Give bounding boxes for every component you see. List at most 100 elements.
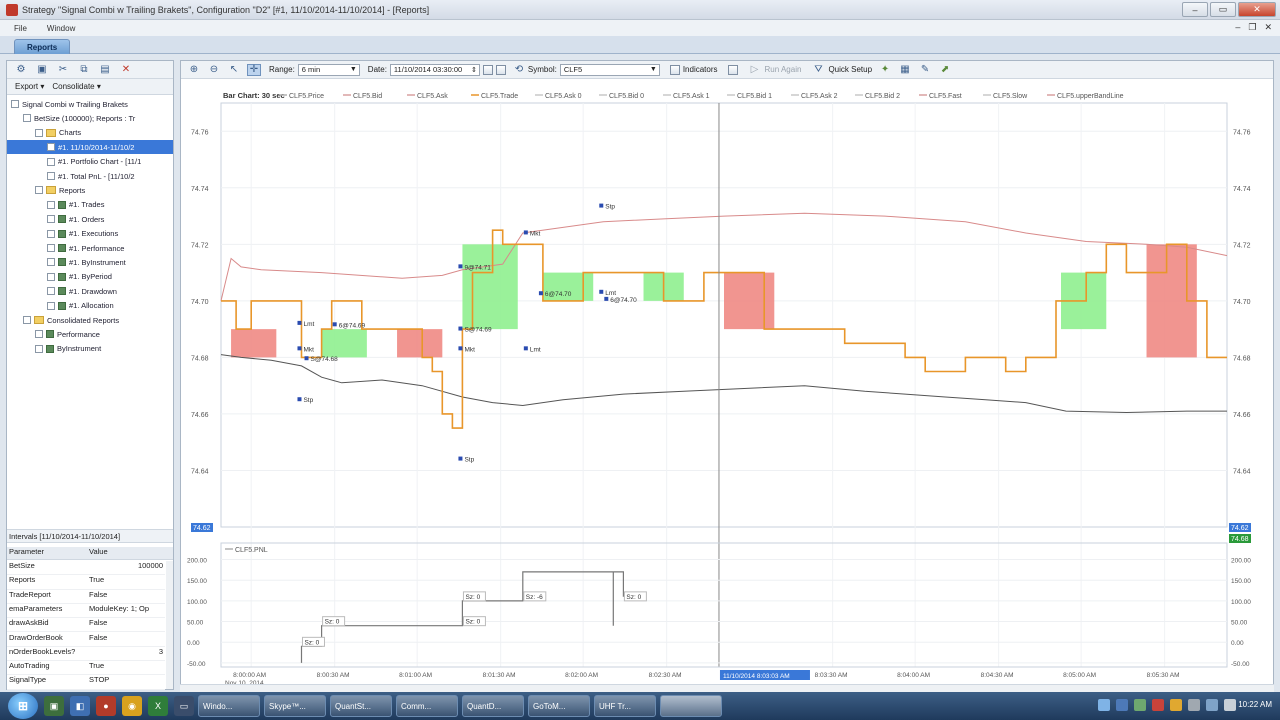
start-button[interactable]: ⊞ [8, 693, 38, 719]
run-again-button[interactable]: ▷ Run Again [748, 64, 802, 76]
settings-icon[interactable]: ⚙ [15, 64, 27, 76]
chrome-pin-icon[interactable]: ◉ [122, 696, 142, 716]
mdi-close-button[interactable]: ✕ [1264, 22, 1272, 33]
volume-icon[interactable] [1224, 699, 1236, 711]
checkbox-icon[interactable] [23, 114, 31, 123]
param-row[interactable]: SignalType STOP [7, 675, 165, 690]
chart-scrollbar[interactable] [180, 684, 1274, 692]
export-chart-icon[interactable]: ⬈ [938, 64, 952, 76]
checkbox-icon[interactable] [47, 287, 55, 296]
mdi-minimize-button[interactable]: – [1235, 22, 1240, 33]
wand-icon[interactable]: ✦ [878, 64, 892, 76]
param-value[interactable]: False [87, 590, 165, 603]
checkbox-icon[interactable] [47, 272, 55, 281]
window-icon[interactable]: ▤ [99, 64, 111, 76]
consolidate-dropdown[interactable]: Consolidate ▾ [52, 82, 101, 91]
refresh-icon[interactable]: ⟲ [512, 64, 526, 76]
param-value[interactable]: 3 [87, 647, 165, 660]
network-icon[interactable] [1206, 699, 1218, 711]
checkbox-icon[interactable] [47, 215, 55, 224]
checkbox-icon[interactable] [47, 229, 55, 238]
menu-window[interactable]: Window [41, 24, 81, 33]
taskbar-item[interactable]: QuantD... [462, 695, 524, 717]
tray-icon[interactable] [1188, 699, 1200, 711]
tree-item[interactable]: #1. ByInstrument [7, 255, 173, 269]
chart-canvas[interactable]: Bar Chart: 30 sec CLF5.Price CLF5.Bid CLF5.… [181, 81, 1273, 685]
menu-file[interactable]: File [8, 24, 33, 33]
taskbar-item[interactable]: Skype™... [264, 695, 326, 717]
tree-item[interactable]: #1. Portfolio Chart - [11/1 [7, 155, 173, 169]
tree-item[interactable]: ByInstrument [7, 342, 173, 356]
param-value[interactable]: True [87, 575, 165, 588]
minimize-button[interactable]: – [1182, 2, 1208, 17]
checkbox-icon[interactable] [47, 258, 55, 267]
tree-item[interactable]: Performance [7, 327, 173, 341]
taskbar-item[interactable]: Windo... [198, 695, 260, 717]
tree-item[interactable]: #1. Orders [7, 212, 173, 226]
tree-item[interactable]: Charts [7, 126, 173, 140]
param-row[interactable]: Reports True [7, 575, 165, 590]
taskbar-item[interactable]: GoToM... [528, 695, 590, 717]
checkbox-icon[interactable] [35, 186, 43, 195]
indicators-button[interactable]: Indicators [669, 64, 718, 75]
tray-icon[interactable] [1170, 699, 1182, 711]
tree-item[interactable]: #1. Drawdown [7, 284, 173, 298]
param-value[interactable]: False [87, 633, 165, 646]
param-value[interactable]: False [87, 618, 165, 631]
quick-setup-button[interactable]: ⛛ Quick Setup [811, 64, 872, 76]
params-scrollbar[interactable] [166, 561, 173, 689]
mdi-restore-button[interactable]: ❐ [1248, 22, 1256, 33]
param-value[interactable]: ModuleKey: 1; Op [87, 604, 165, 617]
close-button[interactable]: ✕ [1238, 2, 1276, 17]
checkbox-icon[interactable] [47, 200, 55, 209]
calendar-button[interactable] [482, 64, 493, 75]
param-row[interactable]: drawAskBid False [7, 618, 165, 633]
browser-pin-icon[interactable]: ● [96, 696, 116, 716]
param-row[interactable]: TradeReport False [7, 590, 165, 604]
tray-icon[interactable] [1152, 699, 1164, 711]
pointer-icon[interactable]: ↖ [227, 64, 241, 76]
param-row[interactable]: nOrderBookLevels? 3 [7, 647, 165, 662]
taskbar-item[interactable]: QuantSt... [330, 695, 392, 717]
checkbox-icon[interactable] [47, 244, 55, 252]
param-row[interactable]: AutoTrading True [7, 661, 165, 676]
tree-item[interactable]: #1. Performance [7, 241, 173, 255]
checkbox-icon[interactable] [47, 157, 55, 166]
save-icon[interactable]: ▣ [36, 64, 48, 76]
layout-button[interactable] [727, 64, 738, 75]
checkbox-icon[interactable] [35, 330, 43, 339]
excel-pin-icon[interactable]: X [148, 696, 168, 716]
param-row[interactable]: BetSize 100000 [7, 561, 165, 576]
tree-item[interactable]: #1. Executions [7, 227, 173, 241]
tools-icon[interactable]: ✂ [57, 64, 69, 76]
param-value[interactable]: True [87, 661, 165, 674]
taskbar-item[interactable]: Comm... [396, 695, 458, 717]
range-select[interactable]: 6 min ▼ [297, 63, 360, 76]
checkbox-icon[interactable] [47, 301, 55, 310]
zoom-in-icon[interactable]: ⊕ [187, 64, 201, 76]
taskbar-item[interactable] [660, 695, 722, 717]
grid-icon[interactable]: ▦ [898, 64, 912, 76]
tree-item[interactable]: #1. ByPeriod [7, 270, 173, 284]
crosshair-icon[interactable]: ✛ [247, 63, 261, 76]
param-row[interactable]: emaParameters ModuleKey: 1; Op [7, 604, 165, 619]
checkbox-icon[interactable] [47, 143, 55, 152]
param-value[interactable]: STOP [87, 675, 165, 688]
delete-icon[interactable]: ✕ [120, 64, 132, 76]
checkbox-icon[interactable] [11, 100, 19, 108]
checkbox-icon[interactable] [35, 128, 43, 137]
tray-icon[interactable] [1134, 699, 1146, 711]
terminal-pin-icon[interactable]: ▭ [174, 696, 194, 716]
tree-item[interactable]: #1. Total PnL - [11/10/2 [7, 169, 173, 183]
param-row[interactable]: DrawOrderBook False [7, 633, 165, 647]
edit-icon[interactable]: ✎ [918, 64, 932, 76]
tree-item[interactable]: #1. Allocation [7, 299, 173, 313]
zoom-out-icon[interactable]: ⊖ [207, 64, 221, 76]
tree-item[interactable]: Reports [7, 183, 173, 197]
app-pin-icon[interactable]: ▣ [44, 696, 64, 716]
tray-icon[interactable] [1098, 699, 1110, 711]
copy-icon[interactable]: ⧉ [78, 64, 90, 76]
symbol-select[interactable]: CLF5 ▼ [559, 63, 660, 76]
apply-date-button[interactable] [495, 64, 506, 75]
tree-item[interactable]: #1. Trades [7, 198, 173, 212]
